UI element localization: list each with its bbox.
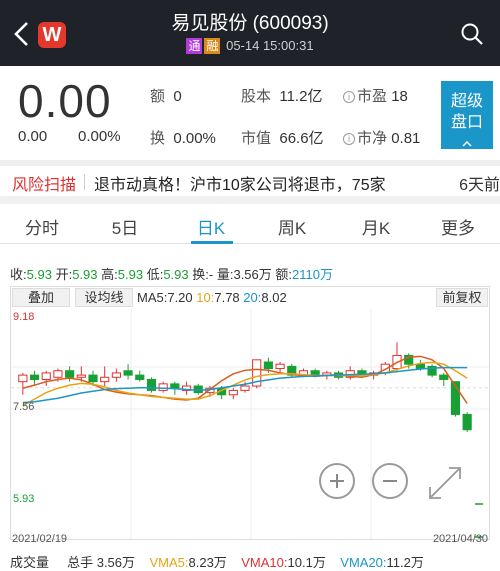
price-change-pct: 0.00% xyxy=(78,128,121,145)
candle-body xyxy=(158,383,168,391)
candle-body xyxy=(415,363,425,370)
risk-news-text: 退市动真格！沪市10家公司将退市，75家 xyxy=(94,177,386,194)
kline-chart[interactable]: 叠加 设均线 前复权 MA5:7.20 10:7.78 20:8.02 9.18… xyxy=(10,286,490,540)
risk-scan-label: 风险扫描 xyxy=(12,177,77,194)
candle-body xyxy=(439,374,449,380)
quote-panel: 0.00 0.00 0.00% 额 0 换 0.00% 股本 11.2亿 市值 … xyxy=(0,66,500,160)
candle-body xyxy=(111,372,121,378)
rong-tag: 融 xyxy=(204,38,221,54)
tong-tag: 通 xyxy=(186,38,203,54)
chevron-up-icon xyxy=(462,140,472,147)
fullscreen-icon[interactable] xyxy=(425,463,465,503)
date-end: 2021/04/30 xyxy=(432,533,488,545)
info-icon: i xyxy=(343,133,355,145)
pe-cell[interactable]: i 市盈 18 xyxy=(343,85,408,106)
overlay-button[interactable]: 叠加 xyxy=(12,288,70,307)
update-time: 05-14 15:00:31 xyxy=(226,38,314,53)
stock-title: 易见股份 (600093) xyxy=(171,13,329,34)
last-price: 0.00 xyxy=(18,75,112,127)
candle-body xyxy=(240,385,250,391)
minus-icon xyxy=(383,480,397,482)
axis-low-label: 5.93 xyxy=(13,493,35,505)
subtitle: 通融 05-14 15:00:31 xyxy=(0,38,500,54)
pb-cell[interactable]: i 市净 0.81 xyxy=(343,127,420,148)
top-bar: W 易见股份 (600093) 通融 05-14 15:00:31 xyxy=(0,0,500,66)
kline-plot xyxy=(11,309,489,539)
ma-legend: MA5:7.20 10:7.78 20:8.02 xyxy=(137,290,287,305)
active-tab-indicator xyxy=(191,241,233,244)
market-cap-cell: 市值 66.6亿 xyxy=(241,130,324,147)
tab-monthly-k[interactable]: 月K xyxy=(346,214,406,239)
candle-body xyxy=(53,370,63,378)
chart-tabs: 分时 5日 日K 周K 月K 更多 xyxy=(0,204,500,244)
candle-body xyxy=(76,374,86,378)
candle-body xyxy=(462,413,472,431)
equity-cell: 股本 11.2亿 xyxy=(241,88,323,105)
price-change: 0.00 xyxy=(18,128,48,145)
zoom-in-button[interactable] xyxy=(319,463,355,499)
info-icon: i xyxy=(343,91,355,103)
candle-body xyxy=(123,370,133,376)
divider xyxy=(84,174,85,190)
candle-body xyxy=(170,383,180,389)
search-icon[interactable] xyxy=(460,22,484,46)
axis-mid-label: 7.56 xyxy=(13,401,35,413)
candle-body xyxy=(135,374,145,380)
candle-body xyxy=(193,385,203,394)
tab-intraday[interactable]: 分时 xyxy=(12,214,72,239)
axis-high-label: 9.18 xyxy=(13,311,35,323)
candle-body xyxy=(88,374,98,383)
super-depth-label: 超级 盘口 xyxy=(450,93,483,131)
risk-scan-banner[interactable]: 风险扫描 退市动真格！沪市10家公司将退市，75家 6天前 xyxy=(0,166,500,196)
candle-body xyxy=(228,389,238,396)
candle-body xyxy=(100,376,110,383)
amount-cell: 额 0 xyxy=(150,88,182,105)
candle-body xyxy=(310,370,320,376)
tab-daily-k[interactable]: 日K xyxy=(181,214,241,239)
candle-body xyxy=(41,372,51,380)
tab-more[interactable]: 更多 xyxy=(428,214,488,239)
tab-5day[interactable]: 5日 xyxy=(95,214,155,239)
volume-legend: 成交量 总手 3.56万 VMA5:8.23万 VMA10:10.1万 VMA2… xyxy=(10,555,424,570)
tab-weekly-k[interactable]: 周K xyxy=(262,214,322,239)
candle-body xyxy=(65,370,75,378)
turnover-cell: 换 0.00% xyxy=(150,130,216,147)
candle-body xyxy=(29,374,40,380)
candle-body xyxy=(263,361,273,370)
date-start: 2021/02/19 xyxy=(12,533,68,545)
candle-body xyxy=(146,378,157,391)
ohlc-summary: 收:5.93 开:5.93 高:5.93 低:5.93 换:- 量:3.56万 … xyxy=(10,267,333,282)
candle-body xyxy=(18,374,28,383)
plus-icon xyxy=(330,474,344,488)
adjust-button[interactable]: 前复权 xyxy=(436,288,488,307)
zoom-out-button[interactable] xyxy=(372,463,408,499)
super-depth-button[interactable]: 超级 盘口 xyxy=(441,81,493,149)
set-ma-button[interactable]: 设均线 xyxy=(75,288,133,307)
risk-news-time: 6天前 xyxy=(453,171,500,195)
candle-body xyxy=(275,363,285,370)
divider xyxy=(0,196,500,204)
